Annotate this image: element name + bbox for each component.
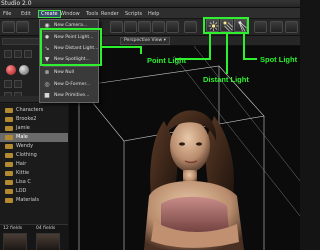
callout-point-light: Point Light [147,56,187,65]
viewport-scene [78,46,300,250]
character-figure [144,110,244,250]
tool-3-icon[interactable] [24,50,32,58]
menu-scripts[interactable]: Scripts [123,10,144,18]
camera-tool-icon[interactable] [184,21,197,33]
menu-item-new-null[interactable]: ⊗ New Null [40,68,98,77]
folder-icon [5,135,13,140]
library-item[interactable]: Characters [0,106,68,115]
library-item[interactable]: Wendy [0,142,68,151]
app-title: Studio 2.0 [1,0,32,7]
menu-item-new-d-former[interactable]: ◎ New D-Former... [40,80,98,89]
redo-icon[interactable] [124,21,137,33]
material-sphere-icon[interactable] [6,65,16,75]
callout-spot-light: Spot Light [260,55,298,64]
library-item[interactable]: LOD [0,187,68,196]
folder-icon [5,171,13,176]
callout-leader [243,34,245,58]
library-item[interactable]: Clothing [0,151,68,160]
library-item-selected[interactable]: Male [0,133,68,142]
folder-icon [5,117,13,122]
tool-4-icon[interactable] [4,80,12,88]
render-settings-icon[interactable] [270,21,283,33]
callout-leader [102,46,142,48]
thumb-label: 04 fields [36,226,56,231]
gray-sphere-icon[interactable] [19,65,29,75]
thumb-label: 12 fields [3,226,23,231]
viewport-options-icon[interactable] [285,21,298,33]
rotate-tool-icon[interactable] [166,21,179,33]
menu-tools[interactable]: Tools [84,10,100,18]
callout-leader [226,34,228,74]
folder-icon [5,189,13,194]
light-buttons-highlight [203,17,249,34]
menu-bar: File Edit Create Window Tools Render Scr… [0,8,300,19]
thumbnail-image[interactable] [3,233,27,250]
library-item[interactable]: Jamie [0,124,68,133]
folder-icon [5,126,13,131]
select-tool-icon[interactable] [138,21,151,33]
callout-leader [140,46,142,54]
undo-icon[interactable] [110,21,123,33]
menu-window[interactable]: Window [58,10,82,18]
thumbnail-image[interactable] [36,233,60,250]
folder-icon [5,180,13,185]
move-tool-icon[interactable] [152,21,165,33]
tool-5-icon[interactable] [14,80,22,88]
folder-icon [5,153,13,158]
library-thumbnails: 12 fields 04 fields [0,224,68,250]
light-items-highlight [40,28,102,66]
primitive-icon: ■ [44,92,50,99]
folder-icon [5,108,13,113]
tool-1-icon[interactable] [4,50,12,58]
menu-edit[interactable]: Edit [19,10,33,18]
callout-distant-light: Distant Light [203,75,249,84]
folder-icon [5,144,13,149]
3d-viewport[interactable] [69,46,300,250]
menu-help[interactable]: Help [146,10,161,18]
tool-2-icon[interactable] [14,50,22,58]
menu-separator [43,66,97,67]
menu-file[interactable]: File [1,10,13,18]
library-item[interactable]: Materials [0,196,68,205]
folder-icon [5,162,13,167]
camera-label: Perspective View [124,38,163,43]
camera-select[interactable]: Perspective View ▾ [120,37,170,45]
app-title-bar: Studio 2.0 [0,0,300,8]
content-library-list: Characters Brooke2 Jamie Male Wendy Clot… [0,104,68,224]
menu-item-new-primitive[interactable]: ■ New Primitive... [40,91,98,100]
render-icon[interactable] [254,21,267,33]
folder-icon [5,198,13,203]
menu-render[interactable]: Render [99,10,121,18]
library-item[interactable]: Hair [0,160,68,169]
d-former-icon: ◎ [44,81,50,88]
callout-leader [209,34,211,60]
chevron-down-icon: ▾ [162,38,166,43]
open-icon[interactable] [16,21,29,33]
library-item[interactable]: Kittie [0,169,68,178]
library-item[interactable]: Brooke2 [0,115,68,124]
null-icon: ⊗ [44,69,50,76]
library-item[interactable]: Lisa C [0,178,68,187]
new-scene-icon[interactable] [2,21,15,33]
callout-leader [243,58,257,60]
